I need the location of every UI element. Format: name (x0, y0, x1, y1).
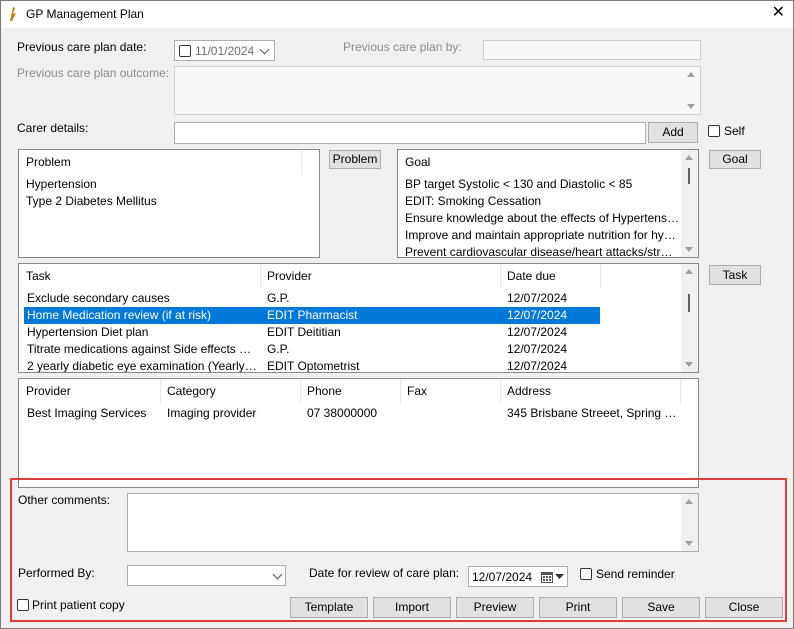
task-button[interactable]: Task (709, 265, 761, 285)
title-bar: GP Management Plan ✕ (1, 1, 793, 28)
provider-list[interactable]: Provider Category Phone Fax Address Best… (18, 378, 699, 488)
problem-button[interactable]: Problem (329, 150, 381, 169)
task-column-header[interactable]: Task (19, 264, 260, 288)
self-checkbox[interactable] (708, 125, 720, 137)
scroll-up-icon[interactable] (685, 269, 693, 274)
scroll-thumb[interactable] (688, 168, 690, 184)
date-due-column-header[interactable]: Date due (500, 264, 600, 288)
previous-care-plan-by-label: Previous care plan by: (343, 40, 462, 54)
close-icon[interactable]: ✕ (772, 5, 785, 21)
goal-column-header[interactable]: Goal (398, 150, 680, 174)
provider-column-header[interactable]: Provider (19, 379, 160, 403)
column-divider (301, 150, 302, 174)
previous-care-plan-date-picker[interactable]: 11/01/2024 (174, 40, 275, 61)
goal-item[interactable]: Prevent cardiovascular disease/heart att… (405, 244, 679, 257)
task-row[interactable]: 2 yearly diabetic eye examination (Yearl… (19, 358, 600, 372)
goal-button[interactable]: Goal (709, 150, 761, 169)
previous-care-plan-date-label: Previous care plan date: (17, 40, 147, 54)
provider-column-header[interactable]: Provider (260, 264, 500, 288)
scroll-down-icon[interactable] (685, 362, 693, 367)
previous-care-plan-outcome-label: Previous care plan outcome: (17, 66, 170, 80)
scroll-thumb[interactable] (688, 294, 690, 312)
problem-column-header[interactable]: Problem (19, 150, 301, 174)
scroll-up-icon[interactable] (685, 155, 693, 160)
task-scrollbar[interactable] (681, 264, 698, 372)
carer-details-field[interactable] (174, 122, 646, 144)
scroll-down-icon[interactable] (685, 247, 693, 252)
goal-item[interactable]: EDIT: Smoking Cessation (405, 193, 679, 210)
previous-care-plan-date-checkbox[interactable] (179, 45, 191, 57)
add-carer-button[interactable]: Add (648, 122, 698, 143)
phone-column-header[interactable]: Phone (300, 379, 400, 403)
outcome-scrollbar[interactable] (683, 67, 700, 114)
gp-management-plan-window: GP Management Plan ✕ Previous care plan … (0, 0, 794, 629)
problem-list[interactable]: Problem Hypertension Type 2 Diabetes Mel… (18, 149, 320, 258)
task-row[interactable]: Hypertension Diet plan EDIT Deititian 12… (19, 324, 600, 341)
goal-item[interactable]: Improve and maintain appropriate nutriti… (405, 227, 679, 244)
app-icon (10, 7, 16, 21)
goal-list[interactable]: Goal BP target Systolic < 130 and Diasto… (397, 149, 699, 258)
carer-details-label: Carer details: (17, 121, 89, 135)
fax-column-header[interactable]: Fax (400, 379, 500, 403)
task-row[interactable]: Exclude secondary causes G.P. 12/07/2024 (19, 290, 600, 307)
previous-care-plan-by-field[interactable] (483, 40, 701, 60)
goal-item[interactable]: Ensure knowledge about the effects of Hy… (405, 210, 679, 227)
problem-item[interactable]: Type 2 Diabetes Mellitus (26, 193, 296, 210)
self-label: Self (724, 124, 745, 138)
previous-care-plan-outcome-field[interactable] (174, 66, 701, 115)
problem-item[interactable]: Hypertension (26, 176, 296, 193)
previous-care-plan-date-value: 11/01/2024 (195, 44, 255, 58)
provider-row[interactable]: Best Imaging Services Imaging provider 0… (19, 405, 680, 422)
column-divider (680, 379, 681, 403)
task-row-selected[interactable]: Home Medication review (if at risk) EDIT… (24, 307, 600, 324)
goal-scrollbar[interactable] (681, 150, 698, 257)
highlight-box (10, 478, 787, 622)
scroll-down-icon[interactable] (687, 104, 695, 109)
chevron-down-icon[interactable] (259, 44, 270, 55)
scroll-up-icon[interactable] (687, 72, 695, 77)
category-column-header[interactable]: Category (160, 379, 300, 403)
task-row[interactable]: Titrate medications against Side effects… (19, 341, 600, 358)
task-list[interactable]: Task Provider Date due Exclude secondary… (18, 263, 699, 373)
window-title: GP Management Plan (26, 7, 144, 21)
column-divider (600, 264, 601, 288)
address-column-header[interactable]: Address (500, 379, 680, 403)
goal-item[interactable]: BP target Systolic < 130 and Diastolic <… (405, 176, 679, 193)
